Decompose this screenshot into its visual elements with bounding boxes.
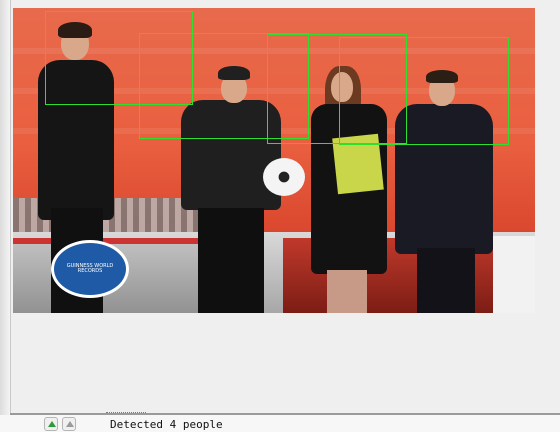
- person-legs: [198, 208, 264, 313]
- up-arrow-green-icon: [48, 421, 56, 427]
- status-bar: [0, 415, 560, 432]
- megaphone: [263, 158, 305, 196]
- status-separator: [106, 412, 146, 416]
- person-legs: [327, 270, 367, 313]
- toolbar-button-up-grey[interactable]: [62, 417, 76, 431]
- up-arrow-grey-icon: [66, 421, 74, 427]
- detection-result-image: GUINNESS WORLD RECORDS: [13, 8, 535, 313]
- guinness-logo: GUINNESS WORLD RECORDS: [51, 240, 129, 298]
- window-left-edge: [0, 0, 10, 432]
- person-legs: [417, 248, 475, 313]
- detection-box: [339, 37, 509, 145]
- status-message: Detected 4 people: [110, 418, 223, 431]
- guinness-logo-text: GUINNESS WORLD RECORDS: [66, 263, 114, 274]
- stage-right-panel: [493, 236, 535, 313]
- toolbar-button-up-green[interactable]: [44, 417, 58, 431]
